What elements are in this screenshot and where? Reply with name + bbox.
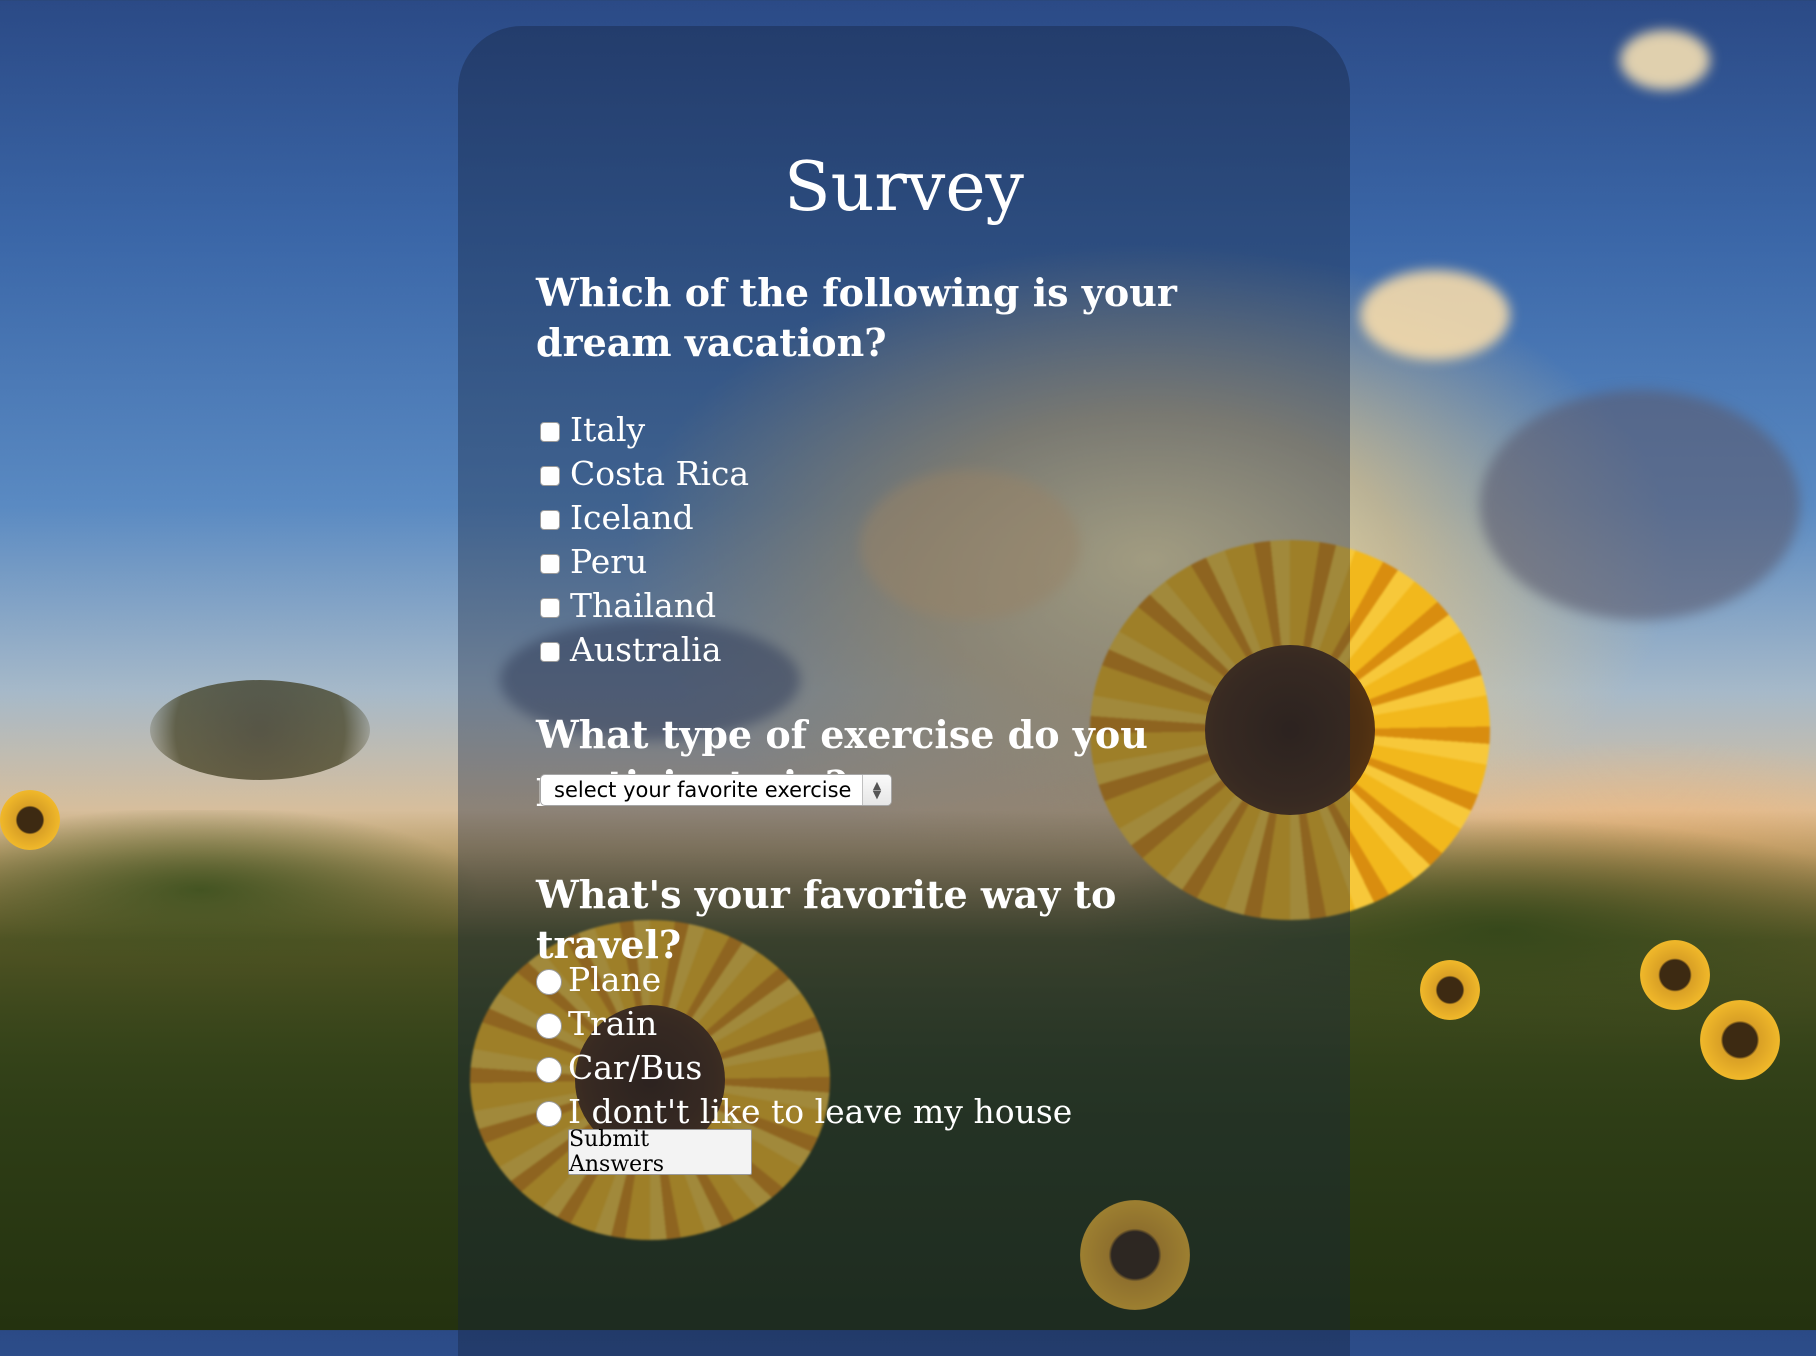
checkbox-option[interactable]: Italy [540,408,645,452]
option-label: Train [568,1004,658,1043]
checkbox-option[interactable]: Iceland [540,496,694,540]
checkbox-icon[interactable] [540,554,560,574]
sunflower-left [120,660,400,800]
option-label: Thailand [570,586,717,625]
option-label: Iceland [570,498,694,537]
exercise-select[interactable]: select your favorite exercise ▲ ▼ [540,774,892,806]
checkbox-icon[interactable] [540,422,560,442]
option-label: Peru [570,542,648,581]
cloud [1480,390,1800,620]
cloud [1360,270,1510,360]
checkbox-icon[interactable] [540,642,560,662]
question-dream-vacation: Which of the following is your dream vac… [536,270,1177,365]
checkbox-icon[interactable] [540,510,560,530]
radio-option[interactable]: Plane [536,958,662,1002]
checkbox-icon[interactable] [540,466,560,486]
chevron-updown-icon[interactable]: ▲ ▼ [862,775,891,805]
option-label: Australia [570,630,722,669]
sunflower-small [1420,960,1480,1020]
radio-icon[interactable] [536,1013,562,1039]
submit-button[interactable]: Submit Answers [568,1127,752,1177]
checkbox-option[interactable]: Australia [540,628,722,672]
radio-icon[interactable] [536,1101,562,1127]
checkbox-option[interactable]: Peru [540,540,647,584]
sunflower-small [1700,1000,1780,1080]
radio-icon[interactable] [536,969,562,995]
radio-option[interactable]: Car/Bus [536,1046,703,1090]
select-value: select your favorite exercise [554,778,852,802]
sunflower-small [0,790,60,850]
cloud [1620,30,1710,90]
sunflower-small [1640,940,1710,1010]
radio-icon[interactable] [536,1057,562,1083]
option-label: Plane [568,960,662,999]
question-travel: What's your favorite way to travel? [536,872,1117,967]
option-label: Italy [570,410,646,449]
page-title: Survey [784,148,1024,227]
option-label: Costa Rica [570,454,750,493]
option-label: Car/Bus [568,1048,703,1087]
survey-panel: Survey Which of the following is your dr… [458,26,1350,1356]
checkbox-option[interactable]: Costa Rica [540,452,749,496]
checkbox-icon[interactable] [540,598,560,618]
radio-option[interactable]: Train [536,1002,658,1046]
checkbox-option[interactable]: Thailand [540,584,716,628]
